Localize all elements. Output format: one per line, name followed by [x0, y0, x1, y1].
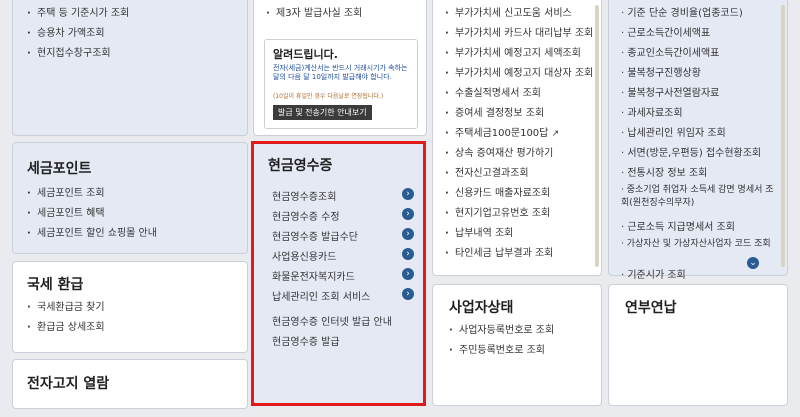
list-item[interactable]: 주민등록번호로 조회: [449, 341, 554, 361]
e-bill-title[interactable]: 전자고지 열람: [27, 373, 109, 393]
col1-top-list: 주택 등 기준시가 조회 승용차 가액조회 현지접수창구조회: [27, 4, 129, 64]
list-item[interactable]: · 과세자료조회: [621, 104, 781, 124]
list-item[interactable]: 부가가치세 예정고지 대상자 조회: [445, 64, 593, 84]
col4-top-panel: · 기준 단순 경비율(업종코드) · 근로소득간이세액표 · 종교인소득간이세…: [608, 0, 788, 281]
list-item-label[interactable]: 기준 단순 경비율(업종코드): [627, 8, 742, 19]
list-item[interactable]: 전자신고결과조회: [445, 164, 593, 184]
list-item[interactable]: 사업자등록번호로 조회: [449, 321, 554, 341]
tax-points-list: 세금포인트 조회 세금포인트 혜택 세금포인트 할인 쇼핑몰 안내: [27, 184, 157, 244]
list-item-label[interactable]: 가상자산 및 가상자산사업자 코드 조회: [627, 239, 771, 249]
tax-points-panel: 세금포인트 세금포인트 조회 세금포인트 혜택 세금포인트 할인 쇼핑몰 안내: [12, 142, 248, 254]
col4-list: · 기준 단순 경비율(업종코드) · 근로소득간이세액표 · 종교인소득간이세…: [621, 4, 781, 286]
list-item-label[interactable]: 주택세금100문100답: [455, 128, 548, 139]
list-item[interactable]: · 근로소득간이세액표: [621, 24, 781, 44]
list-item[interactable]: 환급금 상세조회: [27, 318, 105, 338]
deadline-guide-button[interactable]: 발급 및 전송기한 안내보기: [273, 105, 372, 120]
list-item[interactable]: 타인세금 납부결과 조회: [445, 244, 593, 264]
list-item-label[interactable]: 불복청구진행상황: [627, 68, 701, 79]
list-item[interactable]: 신용카드 매출자료조회: [445, 184, 593, 204]
list-item[interactable]: 승용차 가액조회: [27, 24, 129, 44]
chevron-down-icon[interactable]: ⌄: [747, 257, 759, 269]
list-item-label[interactable]: 서면(방문,우편등) 접수현황조회: [627, 148, 761, 159]
col2-top-panel: 제3자 발급사실 조회 알려드립니다. 전자(세금)계산서는 반드시 거래시기가…: [253, 0, 427, 136]
list-item-label[interactable]: 과세자료조회: [627, 108, 682, 119]
list-item[interactable]: · 서면(방문,우편등) 접수현황조회: [621, 144, 781, 164]
biz-status-title[interactable]: 사업자상태: [449, 297, 513, 317]
list-item[interactable]: 주택세금100문100답 ↗: [445, 124, 593, 144]
biz-status-panel: 사업자상태 사업자등록번호로 조회 주민등록번호로 조회: [432, 284, 602, 406]
list-item[interactable]: · 불복청구진행상황: [621, 64, 781, 84]
list-item[interactable]: 수출실적명세서 조회: [445, 84, 593, 104]
notice-text: 전자(세금)계산서는 반드시 거래시기가 속하는 달의 다음 달 10일까지 발…: [273, 64, 408, 81]
list-item[interactable]: 부가가치세 신고도움 서비스: [445, 4, 593, 24]
list-item[interactable]: · 종교인소득간이세액표: [621, 44, 781, 64]
list-item[interactable]: 제3자 발급사실 조회: [266, 4, 362, 24]
list-item-label[interactable]: 종교인소득간이세액표: [627, 48, 719, 59]
installment-title[interactable]: 연부연납: [625, 297, 677, 317]
tax-refund-panel: 국세 환급 국세환급금 찾기 환급금 상세조회: [12, 261, 248, 353]
col1-top-panel: 주택 등 기준시가 조회 승용차 가액조회 현지접수창구조회: [12, 0, 248, 136]
tax-points-title[interactable]: 세금포인트: [27, 158, 91, 178]
list-item[interactable]: · 중소기업 취업자 소득세 감면 명세서 조회(원천징수의무자): [621, 184, 781, 218]
list-item-label[interactable]: 전통시장 정보 조회: [627, 168, 707, 179]
list-item-label[interactable]: 불복청구사전열람자료: [627, 88, 719, 99]
list-item[interactable]: · 기준시가 조회: [621, 266, 781, 286]
list-item[interactable]: 세금포인트 조회: [27, 184, 157, 204]
tax-refund-list: 국세환급금 찾기 환급금 상세조회: [27, 298, 105, 338]
list-item[interactable]: 상속 증여재산 평가하기: [445, 144, 593, 164]
list-item-label[interactable]: 중소기업 취업자 소득세 감면 명세서 조회(원천징수의무자): [621, 185, 774, 208]
list-item[interactable]: 현지접수창구조회: [27, 44, 129, 64]
col3-list: 부가가치세 신고도움 서비스 부가가치세 카드사 대리납부 조회 부가가치세 예…: [445, 4, 593, 264]
list-item[interactable]: 부가가치세 카드사 대리납부 조회: [445, 24, 593, 44]
list-item-label[interactable]: 근로소득간이세액표: [627, 28, 710, 39]
list-item[interactable]: · 기준 단순 경비율(업종코드): [621, 4, 781, 24]
list-item[interactable]: 납부내역 조회: [445, 224, 593, 244]
scrollbar[interactable]: [595, 5, 599, 267]
list-item[interactable]: · 근로소득 지급명세서 조회: [621, 218, 781, 238]
e-bill-panel: 전자고지 열람: [12, 359, 248, 409]
list-item[interactable]: 세금포인트 할인 쇼핑몰 안내: [27, 224, 157, 244]
col2-top-list: 제3자 발급사실 조회: [266, 4, 362, 24]
notice-title: 알려드립니다.: [273, 48, 338, 61]
list-item-label[interactable]: 기준시가 조회: [627, 270, 685, 281]
list-item[interactable]: · 불복청구사전열람자료: [621, 84, 781, 104]
installment-panel: 연부연납: [608, 284, 788, 406]
external-link-icon: ↗: [551, 129, 560, 139]
biz-status-list: 사업자등록번호로 조회 주민등록번호로 조회: [449, 321, 554, 361]
notice-box: 알려드립니다. 전자(세금)계산서는 반드시 거래시기가 속하는 달의 다음 달…: [264, 39, 418, 129]
list-item-label[interactable]: 근로소득 지급명세서 조회: [627, 222, 735, 233]
list-item[interactable]: · 납세관리인 위임자 조회: [621, 124, 781, 144]
scrollbar[interactable]: [781, 5, 785, 267]
list-item[interactable]: 국세환급금 찾기: [27, 298, 105, 318]
list-item[interactable]: 부가가치세 예정고지 세액조회: [445, 44, 593, 64]
col3-top-panel: 부가가치세 신고도움 서비스 부가가치세 카드사 대리납부 조회 부가가치세 예…: [432, 0, 602, 276]
list-item[interactable]: 증여세 결정정보 조회: [445, 104, 593, 124]
tax-refund-title[interactable]: 국세 환급: [27, 274, 83, 294]
list-item-label[interactable]: 납세관리인 위임자 조회: [627, 128, 725, 139]
notice-subtext: (10일이 휴일인 경우 다음날로 연장됩니다.): [273, 93, 384, 100]
list-item[interactable]: 세금포인트 혜택: [27, 204, 157, 224]
cash-receipt-highlight: [251, 141, 426, 406]
list-item[interactable]: · 전통시장 정보 조회: [621, 164, 781, 184]
list-item[interactable]: 주택 등 기준시가 조회: [27, 4, 129, 24]
list-item[interactable]: 현지기업고유번호 조회: [445, 204, 593, 224]
